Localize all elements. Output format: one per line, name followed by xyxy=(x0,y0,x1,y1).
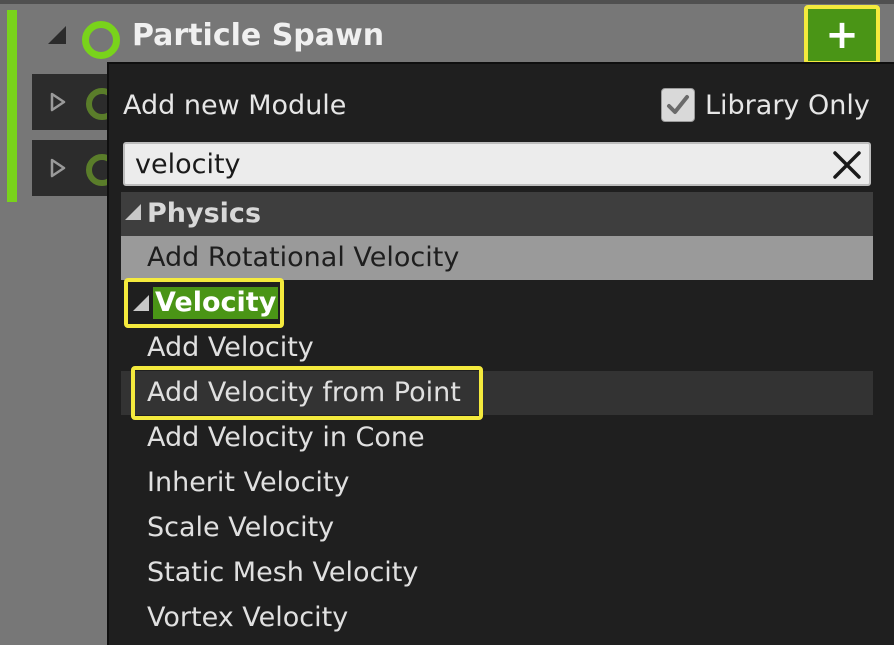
item-label: Inherit Velocity xyxy=(147,467,350,498)
emitter-accent-bar xyxy=(7,10,17,202)
list-item[interactable]: Add Velocity from Point xyxy=(121,366,873,420)
category-label: Velocity xyxy=(153,287,279,319)
library-only-checkbox[interactable] xyxy=(661,88,695,122)
stage-ring-icon xyxy=(82,21,120,59)
collapse-arrow-icon[interactable] xyxy=(48,26,66,44)
list-item[interactable]: Inherit Velocity xyxy=(121,461,873,505)
library-only-toggle[interactable]: Library Only xyxy=(661,88,870,122)
category-velocity[interactable]: Velocity xyxy=(121,278,873,328)
checkmark-icon xyxy=(667,95,689,114)
library-only-label: Library Only xyxy=(705,89,870,121)
add-module-dropdown: Add new Module Library Only velocity Phy… xyxy=(107,62,894,645)
search-input[interactable]: velocity xyxy=(123,142,871,186)
list-item[interactable]: Static Mesh Velocity xyxy=(121,551,873,595)
item-label: Add Rotational Velocity xyxy=(147,242,460,273)
top-strip xyxy=(0,0,894,4)
clear-search-icon[interactable] xyxy=(829,147,865,183)
list-item[interactable]: Scale Velocity xyxy=(121,506,873,550)
item-label: Scale Velocity xyxy=(147,512,335,543)
section-title: Particle Spawn xyxy=(132,18,385,53)
list-item[interactable]: Vortex Velocity xyxy=(121,596,873,640)
item-label: Static Mesh Velocity xyxy=(147,557,419,588)
item-label: Add Velocity in Cone xyxy=(147,422,425,453)
collapse-arrow-icon[interactable] xyxy=(125,204,141,220)
expand-arrow-icon[interactable] xyxy=(50,92,66,112)
expand-arrow-icon[interactable] xyxy=(50,158,66,178)
particle-spawn-header[interactable]: Particle Spawn xyxy=(30,12,890,68)
list-item[interactable]: Add Rotational Velocity xyxy=(121,236,873,280)
category-label: Physics xyxy=(147,198,262,229)
search-value[interactable]: velocity xyxy=(135,149,241,180)
collapse-arrow-icon[interactable] xyxy=(133,295,149,311)
list-item[interactable]: Add Velocity xyxy=(121,326,873,370)
list-item[interactable]: Add Velocity in Cone xyxy=(121,416,873,460)
category-physics[interactable]: Physics xyxy=(121,192,873,236)
plus-icon: + xyxy=(825,12,859,58)
dropdown-title: Add new Module xyxy=(123,90,347,121)
item-label: Add Velocity from Point xyxy=(147,377,461,408)
item-label: Vortex Velocity xyxy=(147,602,349,633)
add-module-button[interactable]: + xyxy=(804,5,880,65)
item-label: Add Velocity xyxy=(147,332,314,363)
